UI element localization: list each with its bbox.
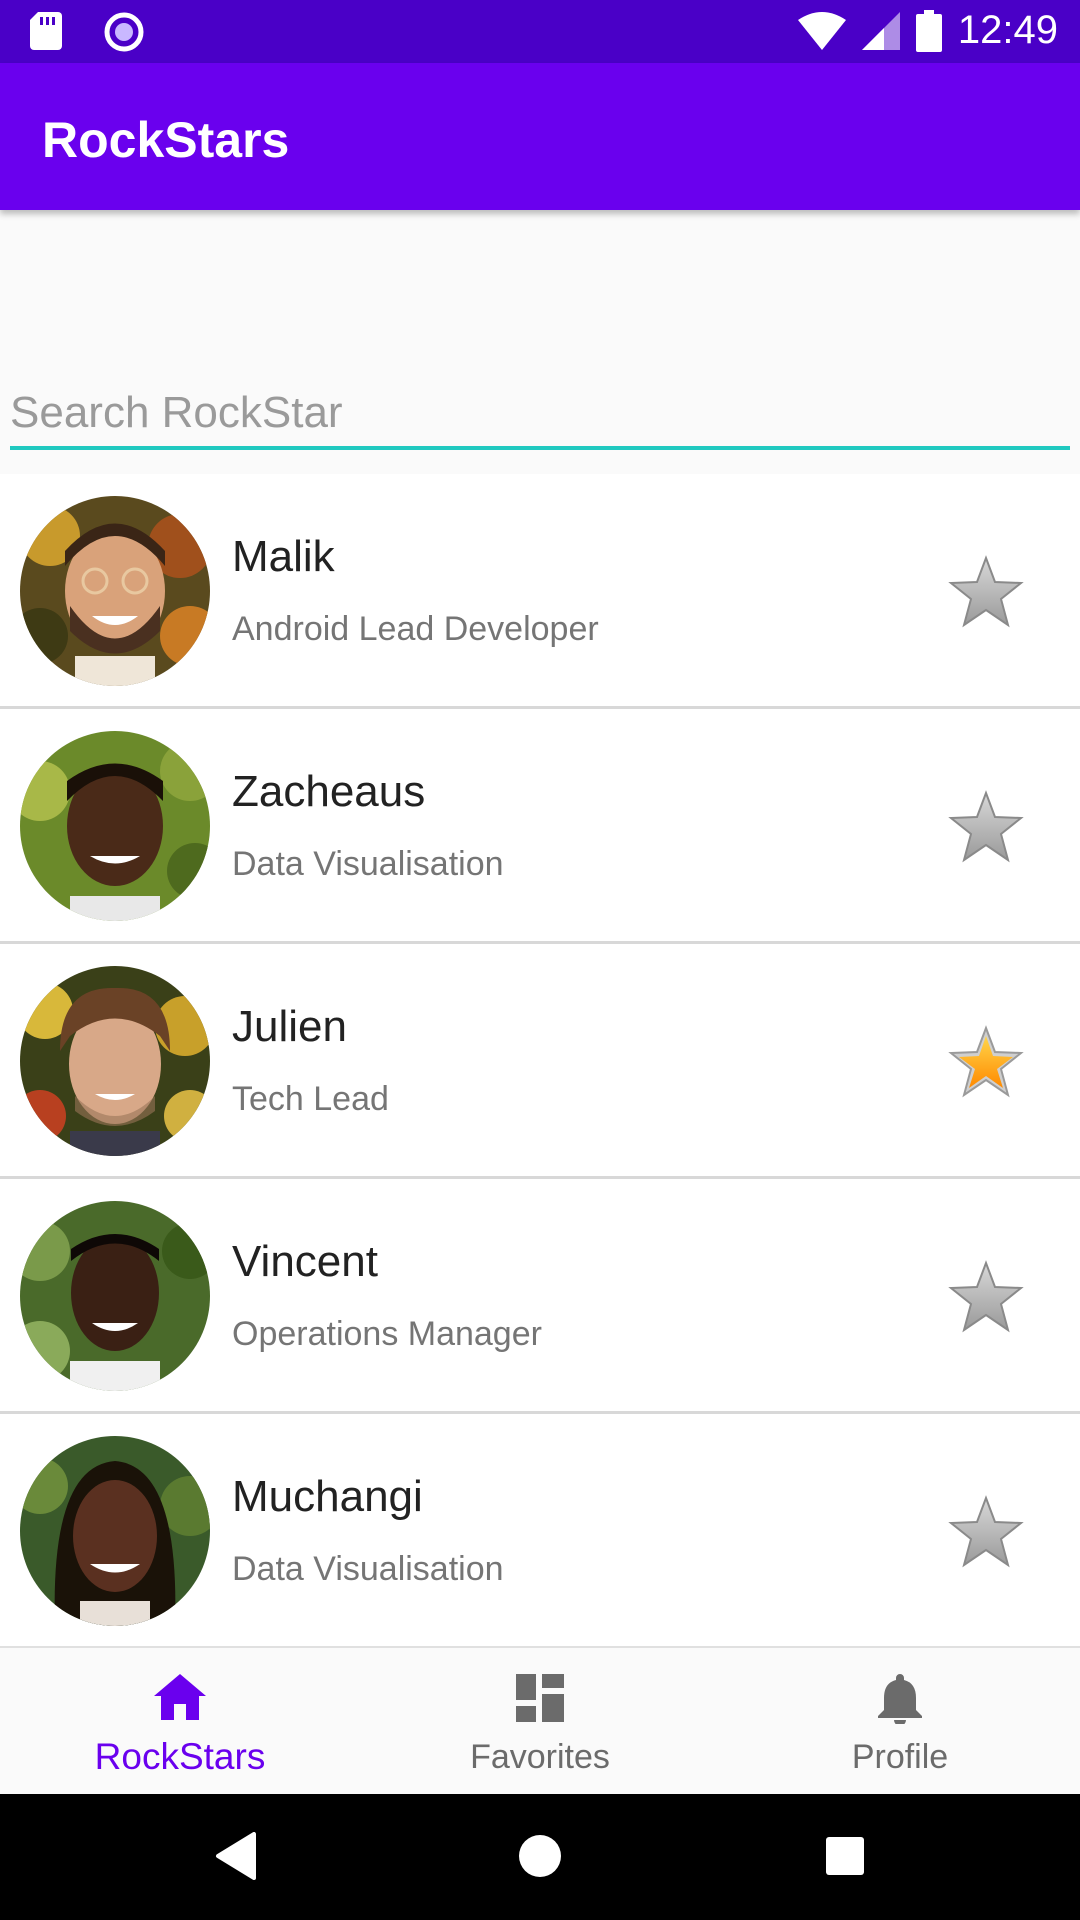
record-icon xyxy=(104,12,144,52)
rockstar-role: Android Lead Developer xyxy=(232,610,599,648)
list-item[interactable]: Muchangi Data Visualisation xyxy=(0,1414,1080,1649)
avatar xyxy=(20,1201,210,1391)
nav-item-profile[interactable]: Profile xyxy=(720,1648,1080,1796)
nav-label: Favorites xyxy=(470,1738,610,1776)
back-icon[interactable] xyxy=(214,1832,258,1880)
rockstar-role: Tech Lead xyxy=(232,1080,389,1118)
star-outline-icon[interactable] xyxy=(946,1257,1026,1337)
rockstar-role: Operations Manager xyxy=(232,1315,542,1353)
rockstar-role: Data Visualisation xyxy=(232,845,504,883)
dashboard-icon xyxy=(516,1674,564,1722)
system-navigation-bar xyxy=(0,1794,1080,1920)
recents-icon[interactable] xyxy=(824,1832,866,1880)
nav-item-rockstars[interactable]: RockStars xyxy=(0,1648,360,1796)
battery-icon xyxy=(915,9,942,52)
rockstar-name: Zacheaus xyxy=(232,767,426,816)
rockstar-list: Malik Android Lead Developer Zacheaus Da… xyxy=(0,474,1080,1649)
star-outline-icon[interactable] xyxy=(946,1492,1026,1572)
avatar xyxy=(20,731,210,921)
wifi-icon xyxy=(797,11,846,50)
search-field xyxy=(10,380,1070,458)
app-title: RockStars xyxy=(42,112,290,168)
sd-card-icon xyxy=(30,12,62,50)
home-circle-icon[interactable] xyxy=(518,1832,562,1880)
rockstar-name: Vincent xyxy=(232,1237,378,1286)
list-item[interactable]: Julien Tech Lead xyxy=(0,944,1080,1179)
search-input[interactable] xyxy=(10,380,1070,450)
nav-item-favorites[interactable]: Favorites xyxy=(360,1648,720,1796)
avatar xyxy=(20,496,210,686)
rockstar-name: Malik xyxy=(232,532,335,581)
rockstar-role: Data Visualisation xyxy=(232,1550,504,1588)
avatar xyxy=(20,1436,210,1626)
avatar xyxy=(20,966,210,1156)
status-time: 12:49 xyxy=(957,8,1058,52)
status-bar: 12:49 xyxy=(0,0,1080,63)
star-outline-icon[interactable] xyxy=(946,552,1026,632)
signal-icon xyxy=(861,11,900,50)
nav-label: Profile xyxy=(851,1738,949,1776)
rockstar-name: Muchangi xyxy=(232,1472,423,1521)
app-bar: RockStars xyxy=(0,63,1080,210)
bell-icon xyxy=(878,1674,922,1724)
star-filled-icon[interactable] xyxy=(946,1022,1026,1102)
star-outline-icon[interactable] xyxy=(946,787,1026,867)
list-item[interactable]: Malik Android Lead Developer xyxy=(0,474,1080,709)
nav-label: RockStars xyxy=(94,1736,266,1777)
list-item[interactable]: Zacheaus Data Visualisation xyxy=(0,709,1080,944)
list-item[interactable]: Vincent Operations Manager xyxy=(0,1179,1080,1414)
rockstar-name: Julien xyxy=(232,1002,347,1051)
bottom-navigation: RockStars Favorites Profile xyxy=(0,1646,1080,1796)
home-icon xyxy=(154,1674,206,1720)
